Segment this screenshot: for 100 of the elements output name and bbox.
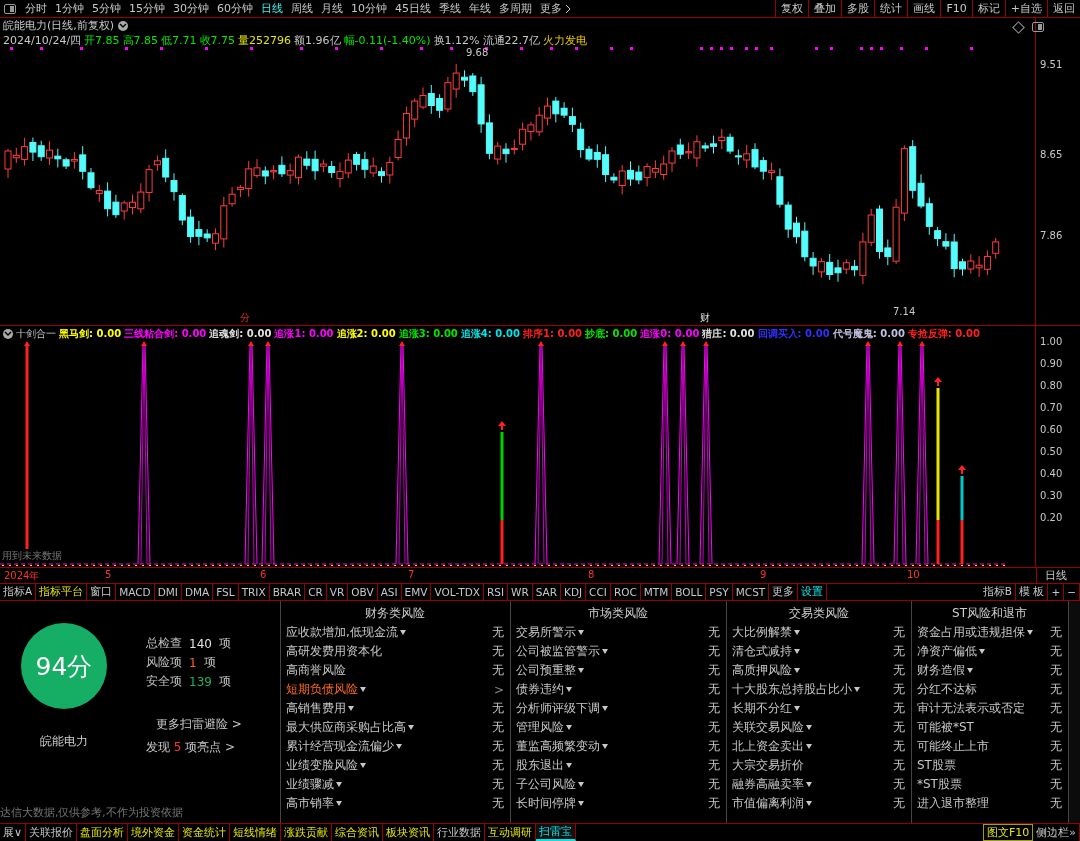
bottom-tab[interactable]: 关联报价: [26, 824, 78, 841]
indicator-tab[interactable]: WR: [508, 584, 533, 600]
risk-item[interactable]: ST股票: [917, 757, 956, 774]
bottom-tab[interactable]: 涨跌贡献: [281, 824, 333, 841]
risk-item[interactable]: 公司预重整: [516, 662, 584, 679]
indicator-tab[interactable]: OBV: [348, 584, 378, 600]
toolbar-button[interactable]: 返回: [1047, 0, 1080, 17]
indicator-tab[interactable]: DMI: [154, 584, 182, 600]
risk-item[interactable]: 北上资金卖出: [732, 738, 812, 755]
period-tab[interactable]: 分时: [21, 0, 51, 17]
indicator-tab[interactable]: CCI: [586, 584, 611, 600]
indicator-tab[interactable]: CR: [305, 584, 327, 600]
toolbar-button[interactable]: 标记: [971, 0, 1005, 17]
f10-button[interactable]: 图文F10: [982, 824, 1034, 841]
bottom-tab[interactable]: 扫雷宝: [536, 824, 577, 841]
bottom-tab[interactable]: 资金统计: [179, 824, 231, 841]
bottom-tab[interactable]: 板块资讯: [383, 824, 435, 841]
indicator-tab[interactable]: RSI: [483, 584, 508, 600]
risk-item[interactable]: 融券高融卖率: [732, 776, 812, 793]
event-mark[interactable]: 财: [700, 311, 710, 325]
period-tab[interactable]: 60分钟: [213, 0, 257, 17]
dropdown-icon[interactable]: [3, 328, 13, 339]
risk-item[interactable]: 管理风险: [516, 719, 572, 736]
risk-item[interactable]: 净资产偏低: [917, 643, 985, 660]
toolbar-button[interactable]: 画线: [907, 0, 941, 17]
indicator-tab[interactable]: VR: [326, 584, 349, 600]
period-tab[interactable]: 月线: [317, 0, 347, 17]
indicator-tab[interactable]: ROC: [610, 584, 641, 600]
risk-item[interactable]: 子公司风险: [516, 776, 584, 793]
period-tab[interactable]: 周线: [287, 0, 317, 17]
indicator-tab[interactable]: +: [1048, 584, 1065, 600]
indicator-tab[interactable]: 设置: [798, 584, 828, 600]
risk-item[interactable]: 公司被监管警示: [516, 643, 608, 660]
risk-item[interactable]: 市值偏离利润: [732, 795, 812, 812]
bottom-tab[interactable]: 境外资金: [128, 824, 180, 841]
risk-item[interactable]: 审计无法表示或否定: [917, 700, 1025, 717]
risk-item[interactable]: 大宗交易折价: [732, 757, 804, 774]
indicator-tab[interactable]: TRIX: [238, 584, 270, 600]
risk-item[interactable]: 债券违约: [516, 681, 572, 698]
risk-item[interactable]: 业绩变脸风险: [286, 757, 366, 774]
risk-item[interactable]: 分析师评级下调: [516, 700, 608, 717]
risk-item[interactable]: 关联交易风险: [732, 719, 812, 736]
panel-toggle-icon[interactable]: [4, 3, 16, 14]
bottom-tab[interactable]: 行业数据: [434, 824, 486, 841]
panel-toggle-icon[interactable]: [1032, 22, 1045, 32]
toolbar-button[interactable]: 叠加: [808, 0, 842, 17]
bottom-tab[interactable]: 盘面分析: [77, 824, 129, 841]
period-tab[interactable]: 15分钟: [125, 0, 169, 17]
indicator-tab[interactable]: 指标A: [0, 584, 37, 600]
risk-item[interactable]: 高质押风险: [732, 662, 800, 679]
bottom-tab[interactable]: 展∨: [0, 824, 27, 841]
more-scan-link[interactable]: 更多扫雷避险 >: [156, 716, 242, 733]
toolbar-button[interactable]: 复权: [775, 0, 809, 17]
indicator-tab[interactable]: BOLL: [672, 584, 707, 600]
risk-item[interactable]: 清仓式减持: [732, 643, 800, 660]
bottom-tab[interactable]: 综合资讯: [332, 824, 384, 841]
sidebar-button[interactable]: 侧边栏»: [1033, 824, 1080, 841]
risk-item[interactable]: 高商誉风险: [286, 662, 346, 679]
indicator-tab[interactable]: VOL-TDX: [431, 584, 484, 600]
period-tab[interactable]: 10分钟: [347, 0, 391, 17]
bottom-tab[interactable]: 短线情绪: [230, 824, 282, 841]
risk-item[interactable]: 累计经营现金流偏少: [286, 738, 402, 755]
period-tab[interactable]: 45日线: [391, 0, 435, 17]
indicator-tab[interactable]: 模 板: [1016, 584, 1049, 600]
period-tab[interactable]: 季线: [435, 0, 465, 17]
period-tab[interactable]: 1分钟: [51, 0, 88, 17]
risk-item[interactable]: 进入退市整理: [917, 795, 989, 812]
risk-item[interactable]: 高销售费用: [286, 700, 354, 717]
toolbar-button[interactable]: 统计: [874, 0, 908, 17]
risk-item[interactable]: 大比例解禁: [732, 624, 800, 641]
risk-item[interactable]: 应收款增加,低现金流: [286, 624, 406, 641]
indicator-tab[interactable]: MACD: [116, 584, 155, 600]
risk-item[interactable]: 业绩骤减: [286, 776, 342, 793]
risk-item[interactable]: 长时间停牌: [516, 795, 584, 812]
period-tab[interactable]: 年线: [465, 0, 495, 17]
risk-item[interactable]: 高市销率: [286, 795, 342, 812]
indicator-tab[interactable]: BRAR: [269, 584, 306, 600]
indicator-tab[interactable]: 窗口: [87, 584, 117, 600]
risk-item[interactable]: 资金占用或违规担保: [917, 624, 1033, 641]
dropdown-icon[interactable]: [118, 20, 129, 31]
indicator-tab[interactable]: PSY: [706, 584, 733, 600]
risk-item[interactable]: 可能终止上市: [917, 738, 989, 755]
period-tab[interactable]: 多周期: [495, 0, 536, 17]
risk-item[interactable]: 交易所警示: [516, 624, 584, 641]
risk-item[interactable]: 董监高频繁变动: [516, 738, 608, 755]
risk-item[interactable]: 股东退出: [516, 757, 572, 774]
indicator-tab[interactable]: MCST: [732, 584, 770, 600]
indicator-tab[interactable]: 指标平台: [36, 584, 88, 600]
risk-item[interactable]: 十大股东总持股占比小: [732, 681, 860, 698]
toolbar-button[interactable]: +自选: [1004, 0, 1047, 17]
toolbar-button[interactable]: F10: [940, 0, 972, 17]
indicator-tab[interactable]: EMV: [401, 584, 432, 600]
risk-item[interactable]: *ST股票: [917, 776, 962, 793]
indicator-tab[interactable]: SAR: [532, 584, 562, 600]
risk-item[interactable]: 长期不分红: [732, 700, 800, 717]
period-tab[interactable]: 30分钟: [169, 0, 213, 17]
indicator-tab[interactable]: ASI: [377, 584, 402, 600]
risk-item[interactable]: 可能被*ST: [917, 719, 974, 736]
more-button[interactable]: 更多: [536, 0, 575, 17]
risk-item[interactable]: 短期负债风险: [286, 681, 366, 698]
